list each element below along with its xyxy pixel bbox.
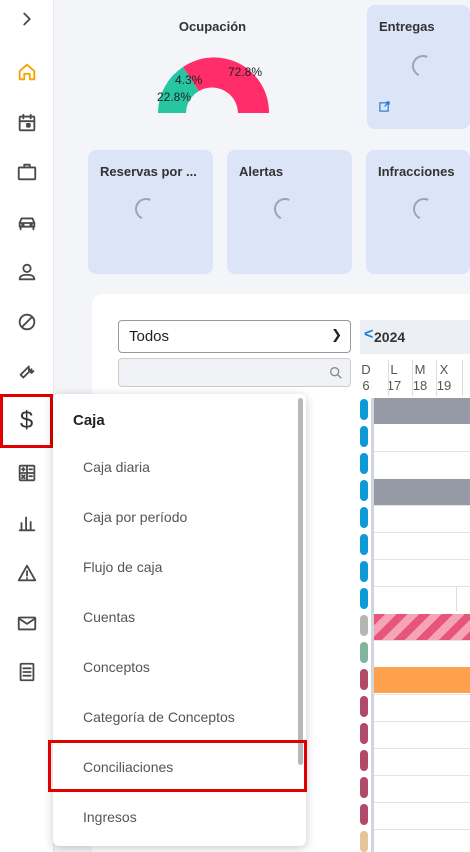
deliveries-card[interactable]: Entregas [367, 5, 470, 129]
menu-item-caja-diaria[interactable]: Caja diaria [83, 459, 150, 475]
status-pill [360, 750, 368, 771]
external-link-icon[interactable] [379, 101, 390, 115]
sidebar: $ [0, 0, 54, 852]
filter-select[interactable]: Todos ❯ [118, 320, 351, 353]
status-pill [360, 453, 368, 474]
briefcase-icon[interactable] [12, 157, 42, 187]
menu-item-cuentas[interactable]: Cuentas [83, 609, 135, 625]
row-divider [374, 748, 470, 749]
row-divider [374, 775, 470, 776]
status-pill [360, 561, 368, 582]
infractions-title: Infracciones [378, 164, 455, 179]
row-divider [374, 721, 470, 722]
car-icon[interactable] [12, 208, 42, 238]
menu-item-ingresos[interactable]: Ingresos [83, 809, 137, 825]
gauge-label-small: 4.3% [175, 73, 203, 87]
day-number: 18 [412, 378, 428, 393]
status-pill [360, 804, 368, 825]
reservations-card[interactable]: Reservas por ... [88, 150, 213, 274]
status-pill [360, 696, 368, 717]
wrench-icon[interactable] [12, 357, 42, 387]
status-pill [360, 399, 368, 420]
deliveries-title: Entregas [379, 19, 435, 34]
dollar-icon[interactable]: $ [0, 394, 53, 448]
menu-item-flujo-de-caja[interactable]: Flujo de caja [83, 559, 162, 575]
user-icon[interactable] [12, 257, 42, 287]
row-divider [374, 532, 470, 533]
calendar-header: < 2024 [360, 320, 470, 354]
gauge-label-teal: 22.8% [157, 90, 191, 104]
day-letter: M [414, 362, 426, 377]
search-input[interactable] [118, 358, 351, 387]
row-divider [374, 829, 470, 830]
status-pill [360, 642, 368, 663]
menu-item-caja-por-periodo[interactable]: Caja por período [83, 509, 187, 525]
calendar-year: 2024 [374, 329, 406, 345]
chevron-down-icon: ❯ [331, 327, 342, 342]
calculator-icon[interactable] [12, 458, 42, 488]
status-pill [360, 669, 368, 690]
menu-title: Caja [73, 412, 105, 429]
bar-chart-icon[interactable] [12, 508, 42, 538]
occupancy-title: Ocupación [178, 19, 247, 34]
menu-scrollbar[interactable] [298, 398, 303, 765]
day-letter: L [390, 362, 398, 377]
conciliaciones-highlight [48, 740, 307, 792]
calendar-icon[interactable] [12, 108, 42, 138]
day-divider [462, 360, 463, 396]
row-divider [374, 505, 470, 506]
status-pill [360, 507, 368, 528]
dollar-glyph: $ [19, 407, 34, 434]
alerts-card[interactable]: Alertas [227, 150, 352, 274]
warning-icon[interactable] [12, 558, 42, 588]
status-pill [360, 723, 368, 744]
status-pill [360, 615, 368, 636]
home-icon[interactable] [12, 57, 42, 87]
menu-item-categoria-conceptos[interactable]: Categoría de Conceptos [83, 709, 235, 725]
day-divider [388, 360, 389, 396]
cell-divider [456, 587, 457, 611]
infractions-card[interactable]: Infracciones [366, 150, 470, 274]
day-divider [412, 360, 413, 396]
loading-spinner-icon [270, 194, 300, 224]
loading-spinner-icon [409, 194, 439, 224]
filter-select-value: Todos [129, 328, 170, 345]
row-divider [374, 451, 470, 452]
gauge-label-pink: 72.8% [228, 65, 262, 79]
reservations-title: Reservas por ... [100, 164, 197, 179]
loading-spinner-icon [408, 51, 438, 81]
booking-block[interactable] [374, 479, 470, 505]
row-divider [374, 802, 470, 803]
booking-block[interactable] [374, 614, 470, 640]
occupancy-gauge: 72.8% 4.3% 22.8% [157, 57, 270, 113]
loading-spinner-icon [131, 194, 161, 224]
expand-chevron-icon[interactable] [12, 4, 42, 34]
calendar-days: D L M X 6 17 18 19 [360, 360, 470, 396]
mail-icon[interactable] [12, 608, 42, 638]
row-divider [374, 694, 470, 695]
day-number: 6 [362, 378, 370, 393]
row-divider [374, 640, 470, 641]
alerts-title: Alertas [239, 164, 284, 179]
receipt-icon[interactable] [12, 657, 42, 687]
row-divider [374, 559, 470, 560]
day-number: 19 [436, 378, 452, 393]
status-pill [360, 534, 368, 555]
booking-block[interactable] [374, 398, 470, 424]
status-pill [360, 426, 368, 447]
status-pill [360, 831, 368, 852]
block-icon[interactable] [12, 307, 42, 337]
day-divider [436, 360, 437, 396]
status-pill [360, 480, 368, 501]
status-pill [360, 588, 368, 609]
day-letter: D [361, 362, 371, 377]
menu-item-conceptos[interactable]: Conceptos [83, 659, 150, 675]
status-pill [360, 777, 368, 798]
search-icon [330, 367, 342, 379]
booking-block[interactable] [374, 667, 470, 693]
day-number: 17 [386, 378, 402, 393]
calendar-prev-button[interactable]: < [364, 326, 373, 344]
day-letter: X [439, 362, 449, 377]
